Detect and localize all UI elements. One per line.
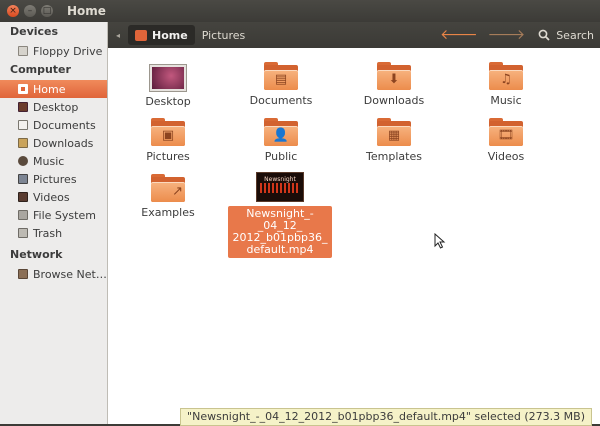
sidebar-item-file-system[interactable]: File System — [0, 206, 107, 224]
sidebar: Devices Floppy Drive Computer Home Deskt… — [0, 22, 108, 424]
thumbnail-text: Newsnight — [264, 176, 296, 183]
sidebar-item-label: Home — [33, 82, 66, 96]
file-item-desktop[interactable]: Desktop — [123, 62, 213, 108]
file-label-line: default.mp4 — [246, 243, 314, 256]
breadcrumb-label: Home — [152, 28, 188, 42]
file-view[interactable]: Desktop ▤ Documents ⬇ Downloads ♫ Music … — [108, 48, 600, 424]
sidebar-item-label: Pictures — [33, 172, 77, 186]
sidebar-section-computer: Computer — [10, 63, 71, 76]
file-item-music[interactable]: ♫ Music — [461, 62, 551, 107]
desktop-icon — [18, 102, 28, 112]
search-label: Search — [556, 28, 594, 42]
path-scroll-left-icon[interactable]: ◂ — [116, 31, 120, 40]
file-label-line: Newsnight_-_04_12_ — [246, 207, 314, 232]
sidebar-item-floppy-drive[interactable]: Floppy Drive — [0, 42, 107, 60]
window-title: Home — [67, 4, 106, 18]
file-item-video-selected[interactable]: Newsnight Newsnight_-_04_12_ 2012_b01pbp… — [228, 172, 332, 258]
file-label: Templates — [366, 150, 422, 163]
file-label: Public — [264, 150, 298, 163]
file-label: Desktop — [145, 95, 191, 108]
trash-icon — [18, 228, 28, 238]
close-icon[interactable]: × — [7, 5, 19, 17]
sidebar-item-label: Desktop — [33, 100, 79, 114]
sidebar-item-videos[interactable]: Videos — [0, 188, 107, 206]
sidebar-item-label: Videos — [33, 190, 70, 204]
breadcrumb-pictures[interactable]: Pictures — [195, 25, 253, 45]
breadcrumb-home[interactable]: Home — [128, 25, 195, 45]
pictures-folder-icon: ▣ — [151, 118, 185, 146]
file-label: Examples — [141, 206, 195, 219]
file-label: Videos — [487, 150, 525, 163]
forward-arrow-icon[interactable]: 🡒 — [488, 28, 526, 42]
sidebar-item-music[interactable]: Music — [0, 152, 107, 170]
search-button[interactable]: Search — [538, 29, 594, 42]
sidebar-item-documents[interactable]: Documents — [0, 116, 107, 134]
downloads-folder-icon: ⬇ — [377, 62, 411, 90]
templates-folder-icon: ▦ — [377, 118, 411, 146]
file-item-public[interactable]: 👤 Public — [236, 118, 326, 163]
videos-folder-icon: 🎞 — [489, 118, 523, 146]
file-item-downloads[interactable]: ⬇ Downloads — [349, 62, 439, 107]
network-icon — [18, 269, 28, 279]
location-toolbar: ◂ Home Pictures 🡐 🡒 Search — [108, 22, 600, 48]
file-item-documents[interactable]: ▤ Documents — [236, 62, 326, 107]
sidebar-item-downloads[interactable]: Downloads — [0, 134, 107, 152]
sidebar-item-desktop[interactable]: Desktop — [0, 98, 107, 116]
file-label: Downloads — [363, 94, 425, 107]
public-folder-icon: 👤 — [264, 118, 298, 146]
floppy-icon — [18, 46, 28, 56]
documents-icon — [18, 120, 28, 130]
sidebar-section-devices: Devices — [10, 25, 59, 38]
home-icon — [18, 84, 28, 94]
documents-folder-icon: ▤ — [264, 62, 298, 90]
downloads-icon — [18, 138, 28, 148]
file-label: Documents — [249, 94, 313, 107]
videos-icon — [18, 192, 28, 202]
file-item-videos[interactable]: 🎞 Videos — [461, 118, 551, 163]
sidebar-item-label: Downloads — [33, 136, 94, 150]
mouse-pointer-icon — [434, 233, 446, 249]
status-bar: "Newsnight_-_04_12_2012_b01pbp36_default… — [180, 408, 592, 426]
sidebar-item-label: Floppy Drive — [33, 44, 103, 58]
sidebar-item-label: Music — [33, 154, 65, 168]
sidebar-item-label: Documents — [33, 118, 96, 132]
file-item-pictures[interactable]: ▣ Pictures — [123, 118, 213, 163]
sidebar-item-pictures[interactable]: Pictures — [0, 170, 107, 188]
file-label: Music — [490, 94, 522, 107]
file-item-examples[interactable]: ↗ Examples — [123, 174, 213, 219]
filesystem-icon — [18, 210, 28, 220]
breadcrumb-label: Pictures — [201, 28, 246, 42]
sidebar-item-label: File System — [33, 208, 96, 222]
back-arrow-icon[interactable]: 🡐 — [440, 28, 478, 42]
sidebar-section-network: Network — [10, 248, 63, 261]
sidebar-item-browse-network[interactable]: Browse Net… — [0, 265, 107, 283]
pictures-icon — [18, 174, 28, 184]
maximize-icon[interactable]: □ — [41, 5, 53, 17]
file-item-templates[interactable]: ▦ Templates — [349, 118, 439, 163]
search-icon — [538, 29, 550, 41]
sidebar-item-home[interactable]: Home — [0, 80, 107, 98]
file-label: Pictures — [146, 150, 190, 163]
sidebar-item-label: Browse Net… — [33, 267, 107, 281]
home-icon — [135, 29, 148, 41]
title-bar: × – □ Home — [0, 0, 600, 22]
music-folder-icon: ♫ — [489, 62, 523, 90]
minimize-icon[interactable]: – — [24, 5, 36, 17]
sidebar-item-trash[interactable]: Trash — [0, 224, 107, 242]
music-icon — [18, 156, 28, 166]
desktop-folder-icon — [150, 65, 186, 91]
sidebar-item-label: Trash — [33, 226, 63, 240]
file-label-selected: Newsnight_-_04_12_ 2012_b01pbp36_ defaul… — [228, 206, 332, 258]
video-thumbnail-icon: Newsnight — [256, 172, 304, 202]
examples-folder-icon: ↗ — [151, 174, 185, 202]
